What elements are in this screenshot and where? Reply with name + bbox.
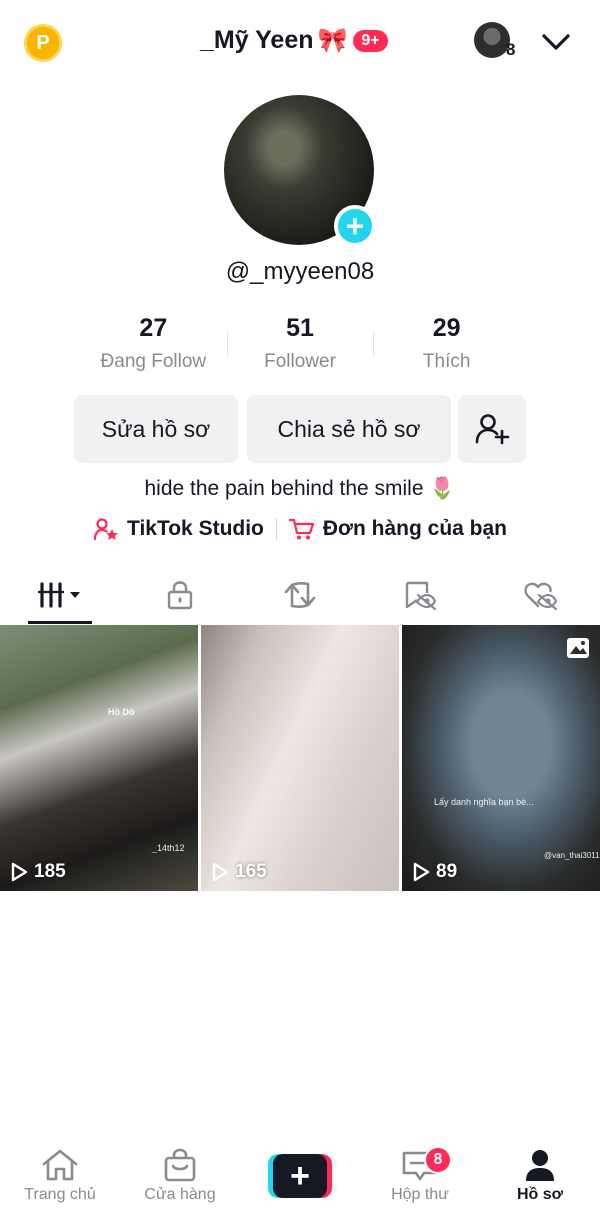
stat-following[interactable]: 27 Đang Follow bbox=[80, 314, 227, 373]
nav-create[interactable]: + bbox=[240, 1148, 360, 1222]
notification-badge: 9+ bbox=[353, 29, 388, 52]
video-watermark: _14th12 bbox=[152, 843, 185, 853]
tab-reposts[interactable] bbox=[240, 566, 360, 624]
nav-label: Trang chủ bbox=[24, 1186, 96, 1203]
tab-private[interactable] bbox=[120, 566, 240, 624]
top-bar: P _Mỹ Yeen 🎀 9+ 8 bbox=[0, 0, 600, 88]
profile-icon bbox=[526, 1150, 554, 1181]
stat-followers[interactable]: 51 Follower bbox=[226, 314, 374, 373]
nav-label: Hộp thư bbox=[391, 1186, 449, 1203]
nav-shop[interactable]: Cửa hàng bbox=[120, 1148, 240, 1222]
heart-hidden-icon bbox=[524, 582, 557, 611]
account-switcher-title[interactable]: _Mỹ Yeen 🎀 9+ bbox=[200, 26, 388, 55]
share-profile-button[interactable]: Chia sẻ hồ sơ bbox=[247, 395, 451, 463]
tiktok-studio-label: TikTok Studio bbox=[127, 517, 264, 540]
profile-bio: hide the pain behind the smile 🌷 bbox=[144, 477, 456, 500]
video-caption: Lấy danh nghĩa bạn bè... bbox=[434, 797, 534, 807]
profile-avatar[interactable]: + bbox=[224, 95, 376, 247]
tab-liked[interactable] bbox=[480, 566, 600, 624]
nav-home[interactable]: Trang chủ bbox=[0, 1148, 120, 1222]
cart-icon bbox=[288, 518, 314, 540]
repost-icon bbox=[284, 582, 316, 608]
bottom-navigation: Trang chủ Cửa hàng + 8 Hộp thư Hồ sơ bbox=[0, 1146, 600, 1222]
profile-links: TikTok Studio Đơn hàng của bạn bbox=[0, 517, 600, 541]
video-grid: Hồ Dò _14th12 185 165 Lấy danh nghĩa bạn… bbox=[0, 625, 600, 891]
view-count: 165 bbox=[211, 861, 267, 883]
stat-likes[interactable]: 29 Thích bbox=[373, 314, 520, 373]
create-icon: + bbox=[268, 1154, 332, 1198]
profile-name: _Mỹ Yeen bbox=[200, 26, 314, 54]
orders-link[interactable]: Đơn hàng của bạn bbox=[288, 517, 507, 541]
tab-active-indicator bbox=[28, 621, 92, 624]
tab-videos[interactable] bbox=[0, 566, 120, 624]
play-icon bbox=[11, 862, 28, 882]
stat-divider bbox=[373, 332, 375, 356]
stat-value: 51 bbox=[286, 314, 314, 342]
stat-label: Thích bbox=[422, 351, 471, 372]
nav-inbox[interactable]: 8 Hộp thư bbox=[360, 1146, 480, 1222]
account-count: 8 bbox=[506, 40, 516, 59]
view-count-value: 89 bbox=[436, 861, 458, 882]
orders-label: Đơn hàng của bạn bbox=[322, 517, 507, 540]
add-friend-button[interactable] bbox=[458, 395, 526, 463]
account-switch-button[interactable]: 8 bbox=[474, 22, 516, 62]
play-icon bbox=[212, 862, 229, 882]
tab-favorites[interactable] bbox=[360, 566, 480, 624]
tiktok-studio-link[interactable]: TikTok Studio bbox=[93, 517, 264, 541]
photo-icon bbox=[567, 638, 589, 658]
stat-label: Đang Follow bbox=[100, 351, 207, 372]
nav-label: Cửa hàng bbox=[144, 1186, 216, 1203]
account-avatar bbox=[474, 22, 510, 58]
home-icon bbox=[42, 1149, 78, 1181]
grid-icon bbox=[38, 582, 80, 608]
shop-icon bbox=[164, 1148, 196, 1182]
profile-tabs bbox=[0, 566, 600, 624]
view-count: 89 bbox=[412, 861, 457, 883]
stat-label: Follower bbox=[264, 351, 336, 372]
coin-icon[interactable]: P bbox=[24, 24, 62, 62]
nav-label: Hồ sơ bbox=[516, 1186, 564, 1203]
profile-stats: 27 Đang Follow 51 Follower 29 Thích bbox=[80, 314, 520, 373]
play-icon bbox=[413, 862, 430, 882]
view-count-value: 185 bbox=[34, 861, 66, 882]
video-watermark: @van_thai3011 bbox=[544, 851, 600, 860]
view-count: 185 bbox=[10, 861, 66, 883]
inbox-badge: 8 bbox=[424, 1146, 452, 1174]
profile-handle: @_myyeen08 bbox=[225, 258, 375, 285]
studio-icon bbox=[93, 518, 118, 541]
chevron-down-icon[interactable] bbox=[540, 30, 572, 54]
video-thumbnail[interactable]: Hồ Dò _14th12 185 bbox=[0, 625, 198, 891]
stat-value: 29 bbox=[432, 314, 461, 342]
title-emoji: 🎀 bbox=[317, 26, 348, 54]
video-thumbnail[interactable]: 165 bbox=[201, 625, 399, 891]
video-caption: Hồ Dò bbox=[108, 707, 135, 717]
bookmark-hidden-icon bbox=[405, 581, 437, 611]
nav-profile[interactable]: Hồ sơ bbox=[480, 1148, 600, 1222]
add-user-icon bbox=[475, 414, 510, 445]
view-count-value: 165 bbox=[235, 861, 267, 882]
edit-profile-button[interactable]: Sửa hồ sơ bbox=[74, 395, 238, 463]
add-avatar-icon[interactable]: + bbox=[334, 205, 376, 247]
stat-divider bbox=[226, 332, 228, 356]
stat-value: 27 bbox=[139, 314, 168, 342]
lock-icon bbox=[167, 581, 193, 610]
link-divider bbox=[275, 518, 277, 540]
video-thumbnail[interactable]: Lấy danh nghĩa bạn bè... @van_thai3011 8… bbox=[402, 625, 600, 891]
